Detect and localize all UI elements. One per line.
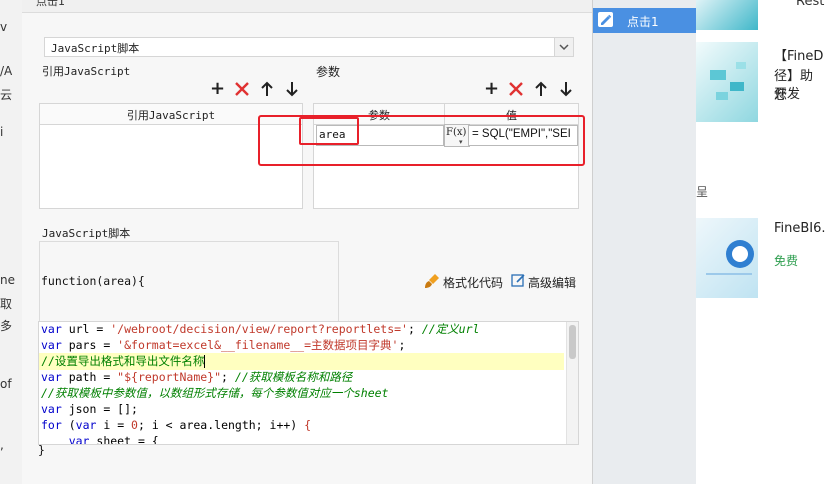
- script-section-label: JavaScript脚本: [42, 227, 131, 240]
- price-tag: 免费: [774, 254, 799, 268]
- code-line: var path = "${reportName}"; //获取模板名称和路径: [41, 370, 353, 384]
- script-header-panel: function(area){: [39, 241, 339, 322]
- move-down-icon[interactable]: [286, 81, 298, 101]
- article-title[interactable]: FineBI6.: [774, 221, 825, 236]
- edit-icon: [598, 12, 613, 27]
- bg-text: 呈: [696, 185, 709, 199]
- bg-fragment: ,: [0, 438, 4, 452]
- event-item-label: 点击1: [627, 15, 659, 29]
- event-list-panel: [592, 0, 696, 484]
- script-type-select[interactable]: JavaScript脚本: [44, 37, 574, 57]
- code-line: //获取模板中参数值，以数组形式存储，每个参数值对应一个sheet: [41, 386, 389, 400]
- chevron-down-icon[interactable]: [554, 38, 573, 56]
- bg-fragment: of: [0, 377, 12, 391]
- code-line: var sheet = {: [68, 434, 159, 445]
- bg-fragment: /A: [0, 64, 13, 78]
- delete-icon[interactable]: [508, 81, 524, 101]
- move-down-icon[interactable]: [560, 81, 572, 101]
- add-icon[interactable]: +: [210, 80, 225, 98]
- bg-fragment: v: [0, 20, 8, 34]
- dialog-title: 点击1: [36, 0, 65, 8]
- add-icon[interactable]: +: [484, 80, 499, 98]
- move-up-icon[interactable]: [261, 81, 273, 101]
- delete-icon[interactable]: [234, 81, 250, 101]
- background-page-right: Rest 【FineD 径】助您 开发 呈 FineBI6. 免费: [696, 0, 825, 484]
- article-thumbnail: [696, 0, 758, 30]
- code-line: //设置导出格式和导出文件名称: [41, 354, 206, 368]
- code-line: for (var i = 0; i < area.length; i++) {: [41, 418, 312, 432]
- bg-fragment: 云: [0, 88, 13, 102]
- bg-fragment: 取: [0, 297, 13, 311]
- article-thumbnail[interactable]: [696, 42, 758, 122]
- ref-js-section-label: 引用JavaScript: [42, 65, 131, 78]
- article-thumbnail[interactable]: [696, 218, 758, 298]
- function-signature: function(area){: [41, 274, 145, 288]
- script-type-value: JavaScript脚本: [51, 42, 140, 55]
- advanced-edit-label: 高级编辑: [528, 276, 577, 290]
- text-cursor: [204, 355, 206, 368]
- code-line: var pars = '&format=excel&__filename__=主…: [41, 338, 406, 352]
- code-line: var url = '/webroot/decision/view/report…: [41, 322, 480, 336]
- format-code-label: 格式化代码: [443, 276, 504, 290]
- code-line: var json = [];: [41, 402, 138, 416]
- brush-icon: [424, 273, 440, 293]
- bg-fragment: ne: [0, 273, 15, 287]
- article-title-line: 开发: [774, 87, 801, 102]
- highlight-box: [258, 115, 585, 166]
- scrollbar[interactable]: [566, 322, 578, 444]
- bg-text: Rest: [796, 0, 825, 9]
- params-section-label: 参数: [316, 65, 341, 79]
- dialog-title-bar: 点击1: [22, 0, 592, 13]
- background-page-left: v /A 云 i ne 取 多 of ,: [0, 0, 22, 484]
- bg-fragment: 多: [0, 319, 13, 333]
- code-editor[interactable]: var url = '/webroot/decision/view/report…: [38, 321, 579, 445]
- scrollbar-thumb[interactable]: [569, 325, 576, 359]
- event-item-selected[interactable]: 点击1: [593, 8, 696, 33]
- move-up-icon[interactable]: [535, 81, 547, 101]
- function-closing-brace: }: [38, 443, 45, 457]
- edit-icon: [511, 273, 526, 292]
- bg-fragment: i: [0, 125, 4, 139]
- article-title[interactable]: 【FineD: [774, 45, 823, 64]
